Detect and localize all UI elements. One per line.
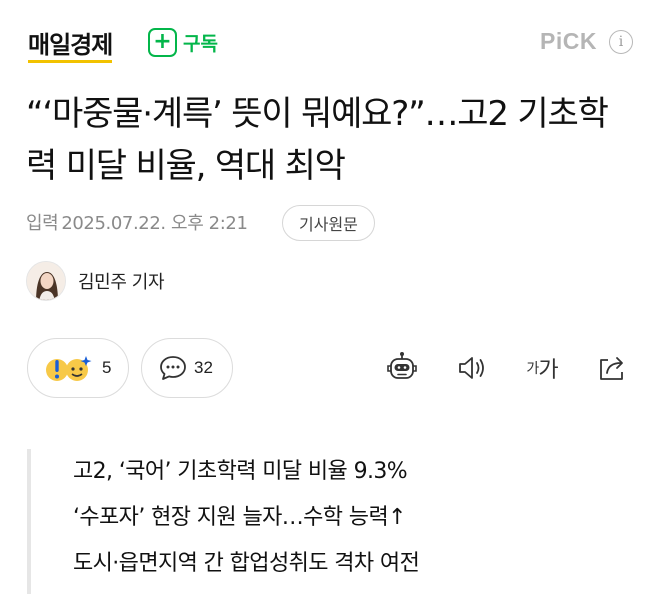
action-row: 5 32 가가 bbox=[0, 336, 658, 400]
article-summary: 고2, ‘국어’ 기초학력 미달 비율 9.3% ‘수포자’ 현장 지원 늘자…… bbox=[27, 449, 627, 594]
summary-line: 고2, ‘국어’ 기초학력 미달 비율 9.3% bbox=[73, 459, 408, 484]
original-article-button[interactable]: 기사원문 bbox=[282, 205, 375, 241]
summary-line: 도시·읍면지역 간 합업성취도 격차 여전 bbox=[73, 551, 420, 576]
reporter-info[interactable]: 김민주 기자 bbox=[26, 261, 165, 301]
summary-bot-button[interactable] bbox=[384, 350, 420, 386]
font-size-button[interactable]: 가가 bbox=[520, 350, 564, 386]
press-logo-underline bbox=[28, 60, 113, 63]
comment-button[interactable]: 32 bbox=[141, 338, 233, 398]
plus-icon: + bbox=[148, 27, 177, 57]
reaction-button[interactable]: 5 bbox=[27, 338, 129, 398]
share-icon bbox=[600, 357, 623, 380]
speech-bubble-icon bbox=[160, 356, 186, 380]
tts-button[interactable] bbox=[454, 350, 490, 386]
article-headline: “‘마중물·계륵’ 뜻이 뭐예요?”…고2 기초학력 미달 비율, 역대 최악 bbox=[26, 94, 609, 186]
publish-date: 2025.07.22. 오후 2:21 bbox=[61, 213, 248, 234]
reporter-photo-icon bbox=[27, 262, 65, 300]
pick-badge: PiCK bbox=[540, 28, 597, 54]
subscribe-button[interactable]: + 구독 bbox=[148, 27, 218, 57]
speaker-icon bbox=[459, 357, 484, 379]
info-icon[interactable]: i bbox=[609, 30, 633, 54]
font-size-large-label: 가 bbox=[538, 358, 558, 383]
press-logo[interactable]: 매일경제 bbox=[28, 25, 113, 63]
reporter-avatar bbox=[26, 261, 66, 301]
share-button[interactable] bbox=[594, 350, 630, 386]
article-meta: 입력 2025.07.22. 오후 2:21 bbox=[26, 206, 248, 238]
font-size-small-label: 가 bbox=[526, 361, 539, 377]
reaction-count: 5 bbox=[102, 358, 112, 377]
reporter-name: 김민주 기자 bbox=[78, 272, 165, 293]
reaction-emoji-icon bbox=[46, 356, 92, 381]
robot-icon bbox=[387, 352, 417, 379]
date-prefix: 입력 bbox=[26, 213, 59, 234]
press-name: 매일경제 bbox=[28, 31, 113, 59]
top-bar: 매일경제 + 구독 PiCK i bbox=[0, 0, 658, 84]
summary-line: ‘수포자’ 현장 지원 늘자…수학 능력↑ bbox=[73, 505, 407, 530]
subscribe-label: 구독 bbox=[183, 32, 218, 55]
comment-count: 32 bbox=[194, 358, 213, 377]
